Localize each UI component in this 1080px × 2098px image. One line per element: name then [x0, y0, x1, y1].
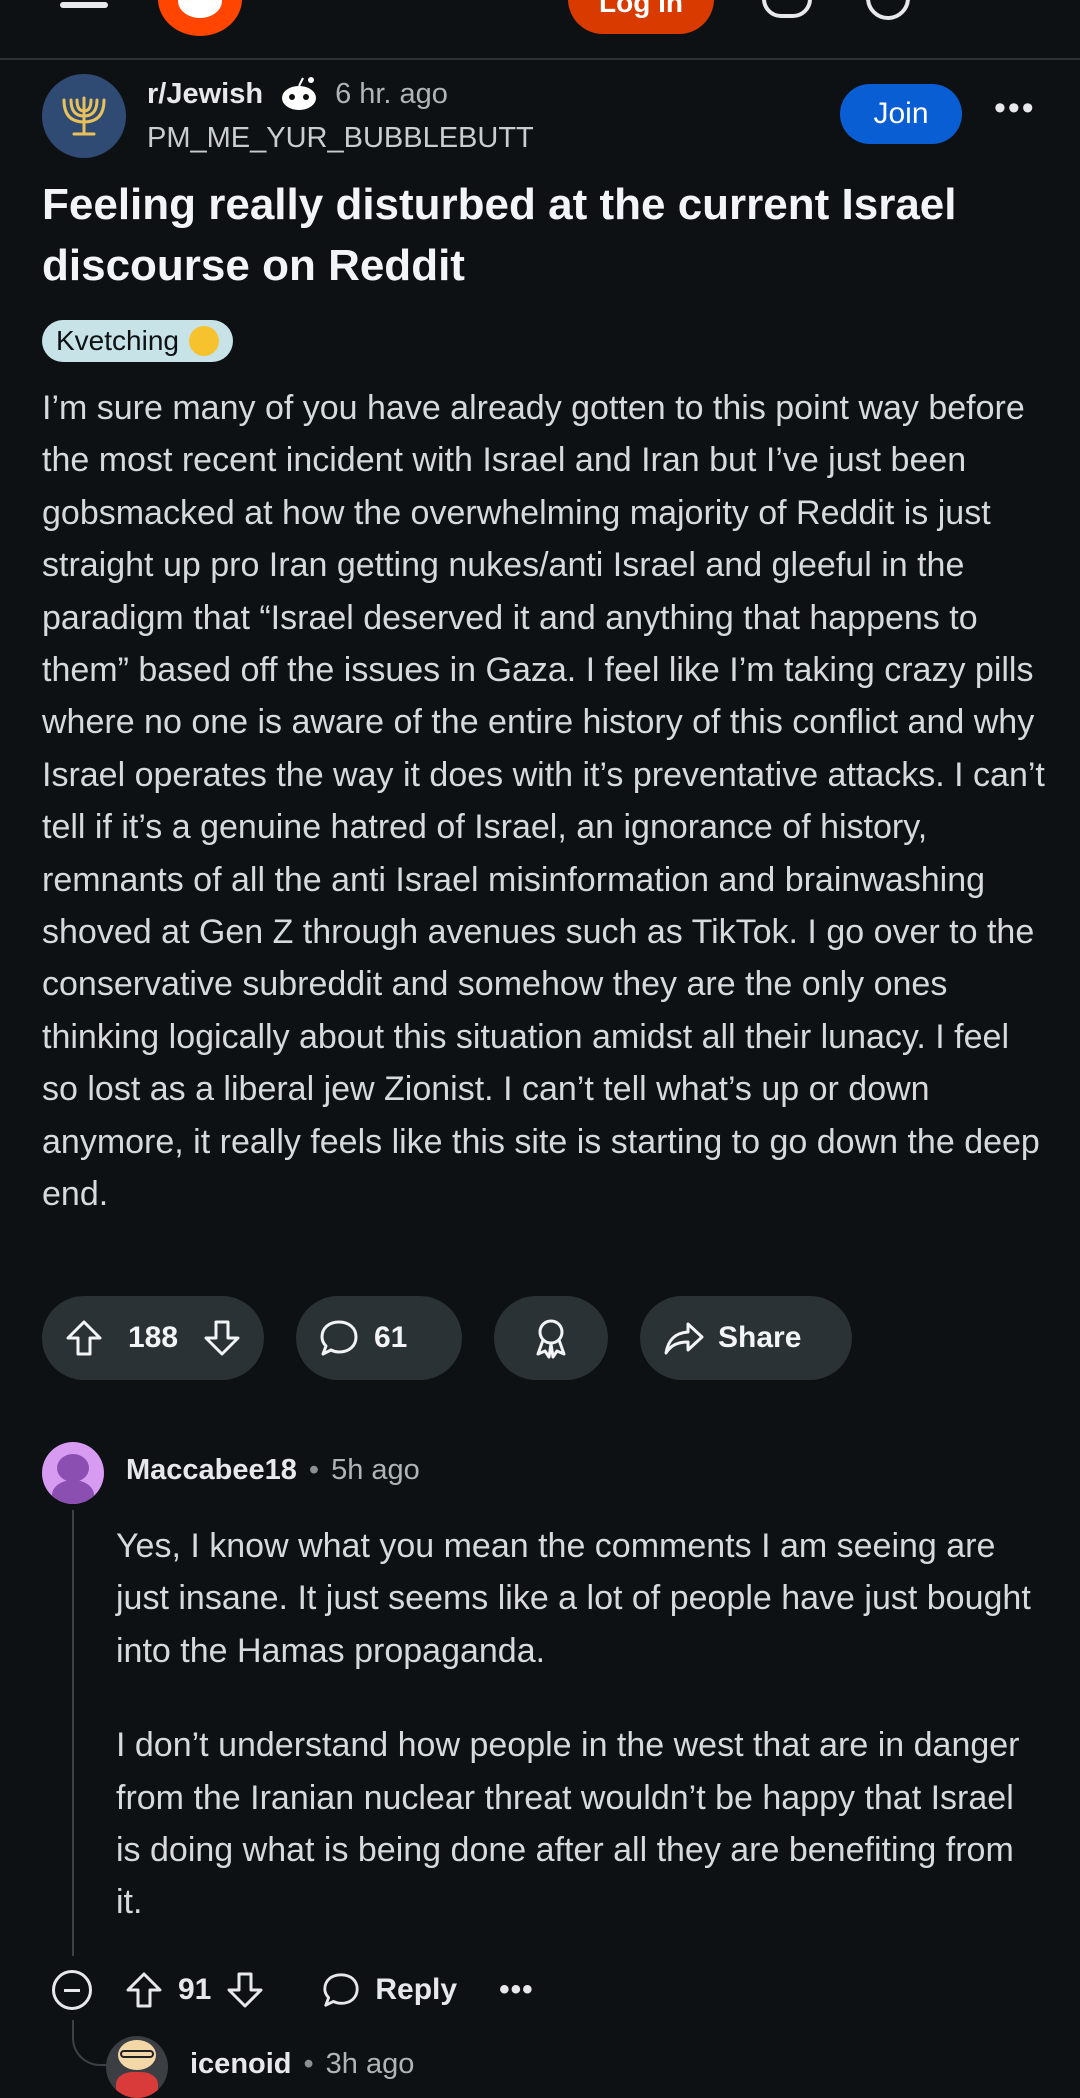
more-options-icon[interactable]: ••• [994, 91, 1036, 125]
vote-count: 188 [127, 1321, 179, 1354]
post-time: 6 hr. ago [335, 77, 448, 110]
collapse-thread-icon[interactable] [52, 1970, 92, 2010]
comment-meta: Maccabee18 • 5h ago [126, 1454, 420, 1487]
chat-icon[interactable] [762, 0, 812, 18]
award-button[interactable] [494, 1296, 608, 1380]
award-icon [536, 1319, 566, 1359]
share-icon [664, 1322, 704, 1355]
comment-icon [320, 1320, 358, 1356]
comments-button[interactable]: 61 [296, 1296, 462, 1380]
menorah-icon [62, 96, 106, 136]
reply-icon[interactable] [321, 1970, 361, 2010]
post-flair[interactable]: Kvetching [42, 320, 233, 362]
subreddit-name[interactable]: r/Jewish [147, 78, 263, 111]
comment-paragraph: Yes, I know what you mean the comments I… [116, 1527, 1031, 1670]
top-bar: Log In [0, 0, 1080, 60]
vote-bar: 188 [42, 1296, 264, 1380]
upvote-icon[interactable] [64, 1318, 104, 1358]
login-button[interactable]: Log In [568, 0, 714, 34]
reply-button[interactable]: Reply [375, 1973, 457, 2007]
reddit-logo-icon[interactable] [158, 0, 242, 36]
post-body: I’m sure many of you have already gotten… [42, 389, 1045, 1214]
separator-dot: • [303, 2048, 314, 2080]
comment-body: Yes, I know what you mean the comments I… [116, 1520, 1036, 1971]
downvote-icon[interactable] [202, 1318, 242, 1358]
separator-dot: • [308, 1454, 320, 1486]
join-button[interactable]: Join [840, 84, 962, 144]
comment-vote-count: 91 [178, 1973, 212, 2006]
comment-username[interactable]: icenoid [190, 2048, 292, 2081]
share-button[interactable]: Share [640, 1296, 852, 1380]
comment-avatar[interactable] [42, 1442, 104, 1504]
comment-username[interactable]: Maccabee18 [126, 1454, 297, 1487]
comment-paragraph: I don’t understand how people in the wes… [116, 1726, 1020, 1922]
snoo-icon [282, 77, 317, 110]
post-meta: r/Jewish 6 hr. ago [147, 74, 448, 114]
thread-line[interactable] [72, 1510, 74, 1956]
upvote-icon[interactable] [124, 1970, 164, 2010]
downvote-icon[interactable] [225, 1970, 265, 2010]
steam-face-emoji-icon [188, 326, 219, 356]
comment-meta: icenoid • 3h ago [190, 2048, 414, 2081]
comment-avatar[interactable] [106, 2036, 168, 2098]
comment-actions: 91 Reply ••• [52, 1960, 534, 2020]
flair-label: Kvetching [56, 325, 179, 356]
comment-time: 3h ago [325, 2048, 415, 2080]
search-icon[interactable] [866, 0, 910, 20]
menu-icon[interactable] [60, 2, 108, 8]
comment-more-icon[interactable]: ••• [499, 1973, 534, 2007]
comment-count: 61 [374, 1321, 408, 1354]
post-title: Feeling really disturbed at the current … [42, 180, 957, 290]
comment-time: 5h ago [331, 1454, 420, 1486]
subreddit-avatar[interactable] [42, 74, 126, 158]
share-label: Share [718, 1321, 802, 1354]
post-author[interactable]: PM_ME_YUR_BUBBLEBUTT [147, 122, 534, 155]
